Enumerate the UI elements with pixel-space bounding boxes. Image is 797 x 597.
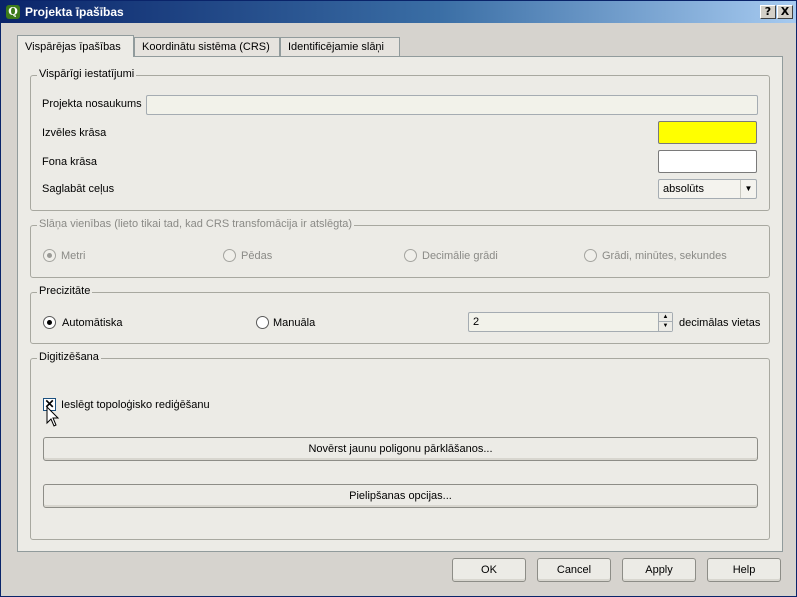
layer-units-title: Slāņa vienības (lieto tikai tad, kad CRS… (37, 218, 355, 230)
tab-identifiable-layers[interactable]: Identificējamie slāņi (280, 37, 400, 56)
chevron-down-icon[interactable]: ▼ (740, 180, 756, 198)
units-radio-dms[interactable] (584, 249, 597, 262)
precision-radio-manual[interactable] (256, 316, 269, 329)
precision-radio-automatic[interactable] (43, 316, 56, 329)
qgis-app-icon: Q (6, 5, 20, 19)
units-label-decimal-degrees: Decimālie grādi (422, 250, 498, 262)
units-radio-feet[interactable] (223, 249, 236, 262)
digitizing-title: Digitizēšana (37, 351, 101, 363)
save-paths-combo[interactable]: absolūts ▼ (658, 179, 757, 199)
spin-down-icon[interactable]: ▼ (658, 322, 672, 331)
general-settings-group: Vispārīgi iestatījumi Projekta nosaukums… (30, 68, 770, 211)
save-paths-value: absolūts (663, 183, 704, 195)
general-settings-title: Vispārīgi iestatījumi (37, 68, 137, 80)
tab-crs[interactable]: Koordinātu sistēma (CRS) (134, 37, 280, 56)
tab-pane-general: Vispārīgi iestatījumi Projekta nosaukums… (17, 56, 783, 552)
decimal-places-suffix: decimālas vietas (679, 317, 761, 329)
help-button[interactable]: Help (707, 558, 781, 582)
units-label-dms: Grādi, minūtes, sekundes (602, 250, 727, 262)
precision-group: Precizitāte Automātiska Manuāla 2 ▲ ▼ de… (30, 285, 770, 344)
project-properties-dialog: Q Projekta īpašības ? X Vispārējas īpašī… (0, 0, 797, 597)
project-name-field[interactable] (146, 95, 758, 115)
precision-label-manual: Manuāla (273, 317, 316, 329)
spin-up-icon[interactable]: ▲ (658, 313, 672, 322)
window-title: Projekta īpašības (25, 5, 124, 19)
precision-label-automatic: Automātiska (62, 317, 123, 329)
background-color-label: Fona krāsa (42, 156, 98, 168)
apply-button[interactable]: Apply (622, 558, 696, 582)
units-radio-meters[interactable] (43, 249, 56, 262)
precision-title: Precizitāte (37, 285, 93, 297)
tab-general[interactable]: Vispārējas īpašības (17, 35, 134, 57)
save-paths-label: Saglabāt ceļus (42, 183, 115, 195)
avoid-overlap-button[interactable]: Novērst jaunu poligonu pārklāšanos... (43, 437, 758, 461)
ok-button[interactable]: OK (452, 558, 526, 582)
layer-units-group: Slāņa vienības (lieto tikai tad, kad CRS… (30, 218, 770, 278)
decimal-places-spinbox[interactable]: 2 ▲ ▼ (468, 312, 673, 332)
units-radio-decimal-degrees[interactable] (404, 249, 417, 262)
help-icon[interactable]: ? (760, 5, 776, 19)
cancel-button[interactable]: Cancel (537, 558, 611, 582)
digitizing-group: Digitizēšana ✕ Ieslēgt topoloģisko rediģ… (30, 351, 770, 540)
decimal-places-value: 2 (473, 316, 480, 328)
selection-color-button[interactable] (658, 121, 757, 144)
snapping-options-button[interactable]: Pielipšanas opcijas... (43, 484, 758, 508)
project-name-label: Projekta nosaukums (42, 98, 142, 110)
background-color-button[interactable] (658, 150, 757, 173)
selection-color-label: Izvēles krāsa (42, 127, 107, 139)
mouse-cursor-icon (46, 406, 60, 427)
topology-label: Ieslēgt topoloģisko rediģēšanu (61, 399, 210, 411)
units-label-feet: Pēdas (241, 250, 273, 262)
units-label-meters: Metri (61, 250, 86, 262)
close-icon[interactable]: X (777, 5, 793, 19)
title-bar[interactable]: Q Projekta īpašības ? X (1, 1, 796, 23)
